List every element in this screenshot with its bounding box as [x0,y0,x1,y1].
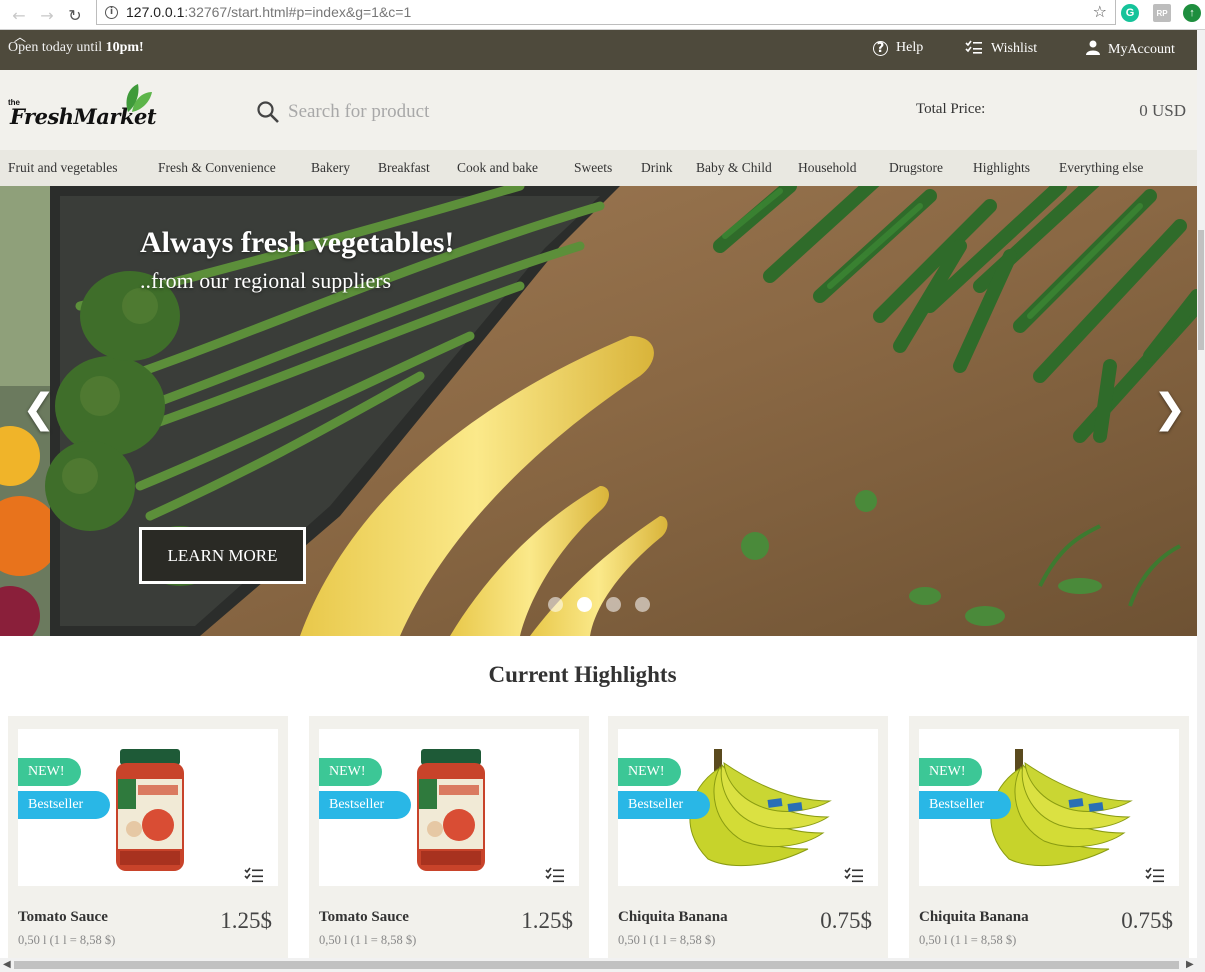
product-card[interactable]: NEW! Bestseller Chiquita Banana 0.75$ 0,… [608,716,888,966]
category-baby-child[interactable]: Baby & Child [696,160,772,176]
product-size: 0,50 l (1 l = 8,58 $) [919,933,1017,947]
address-bar[interactable]: i 127.0.0.1:32767/start.html#p=index&g=1… [96,0,1116,25]
badge-bestseller: Bestseller [319,791,411,819]
extension-icon[interactable]: RP [1153,4,1171,22]
category-highlights[interactable]: Highlights [973,160,1030,176]
bookmark-star-icon[interactable]: ☆ [1093,2,1107,21]
slider-dot-2[interactable] [577,597,592,612]
leaf-logo-icon [126,84,152,112]
badge-bestseller: Bestseller [18,791,110,819]
product-price: 1.25$ [220,908,272,933]
slider-dot-3[interactable] [606,597,621,612]
learn-more-button[interactable]: LEARN MORE [139,527,306,584]
badge-new: NEW! [618,758,681,786]
category-fruit-vegetables[interactable]: Fruit and vegetables [8,160,117,176]
help-label: Help [896,40,924,55]
slider-dots [548,597,650,612]
wishlist-link[interactable]: Wishlist [965,40,1037,58]
slider-prev-arrow-icon[interactable]: ❮ [22,386,56,432]
top-info-bar: ︿ Open today until 10pm! ? Help Wishlist… [0,30,1197,70]
category-nav: Fruit and vegetables Fresh & Convenience… [0,150,1197,186]
category-everything-else[interactable]: Everything else [1059,160,1143,176]
category-sweets[interactable]: Sweets [574,160,612,176]
product-image[interactable]: NEW! Bestseller [919,729,1179,886]
product-size: 0,50 l (1 l = 8,58 $) [618,933,716,947]
browser-toolbar: ← → ↻ i 127.0.0.1:32767/start.html#p=ind… [0,0,1205,30]
product-name[interactable]: Tomato Sauce [319,909,409,926]
product-price: 0.75$ [1121,908,1173,933]
search-icon[interactable] [256,100,280,129]
product-price: 0.75$ [820,908,872,933]
category-bakery[interactable]: Bakery [311,160,350,176]
slider-dot-4[interactable] [635,597,650,612]
hero-slider: Always fresh vegetables! ..from our regi… [0,186,1197,636]
badge-bestseller: Bestseller [919,791,1011,819]
site-header: the FreshMarket Total Price: 0 USD [0,70,1197,150]
badge-new: NEW! [319,758,382,786]
back-arrow-icon[interactable]: ← [6,3,32,27]
help-link[interactable]: ? Help [873,40,923,56]
update-extension-icon[interactable]: ↑ [1183,4,1201,22]
highlights-title: Current Highlights [488,662,677,687]
category-drugstore[interactable]: Drugstore [889,160,943,176]
horizontal-scrollbar[interactable]: ◀ ▶ [0,958,1205,972]
badge-bestseller: Bestseller [618,791,710,819]
opening-time: 10pm! [105,40,144,55]
scroll-left-arrow-icon[interactable]: ◀ [3,959,11,970]
info-icon[interactable]: i [105,5,118,19]
product-name[interactable]: Chiquita Banana [919,909,1029,926]
vertical-scrollbar[interactable] [1197,30,1205,958]
product-size: 0,50 l (1 l = 8,58 $) [18,933,116,947]
product-card[interactable]: NEW! Bestseller Tomato Sauce 1.25$ 0,50 … [8,716,288,966]
slider-dot-1[interactable] [548,597,563,612]
product-name[interactable]: Chiquita Banana [618,909,728,926]
product-card[interactable]: NEW! Bestseller Tomato Sauce 1.25$ 0,50 … [309,716,589,966]
url-host: 127.0.0.1 [126,4,185,20]
search-input[interactable] [288,98,608,126]
slider-next-arrow-icon[interactable]: ❯ [1153,386,1187,432]
total-price-label: Total Price: [916,101,986,117]
product-size: 0,50 l (1 l = 8,58 $) [319,933,417,947]
product-image[interactable]: NEW! Bestseller [319,729,579,886]
category-cook-bake[interactable]: Cook and bake [457,160,538,176]
add-to-wishlist-icon[interactable] [1145,867,1165,886]
product-card[interactable]: NEW! Bestseller Chiquita Banana 0.75$ 0,… [909,716,1189,966]
site-logo[interactable]: the FreshMarket [8,82,158,142]
category-breakfast[interactable]: Breakfast [378,160,430,176]
add-to-wishlist-icon[interactable] [844,867,864,886]
grammarly-extension-icon[interactable]: G [1121,4,1139,22]
opening-hours: Open today until 10pm! [8,40,144,55]
product-name[interactable]: Tomato Sauce [18,909,108,926]
wishlist-icon [965,40,983,58]
badge-new: NEW! [919,758,982,786]
category-household[interactable]: Household [798,160,857,176]
reload-icon[interactable]: ↻ [62,3,88,27]
forward-arrow-icon[interactable]: → [34,3,60,27]
total-price-value: 0 USD [1139,101,1186,120]
wishlist-label: Wishlist [991,41,1038,56]
horizontal-scrollbar-thumb[interactable] [14,961,1179,969]
add-to-wishlist-icon[interactable] [244,867,264,886]
account-label: MyAccount [1108,41,1175,57]
badge-new: NEW! [18,758,81,786]
hero-subline: ..from our regional suppliers [140,268,392,293]
vertical-scrollbar-thumb[interactable] [1198,230,1204,350]
product-price: 1.25$ [521,908,573,933]
hero-headline: Always fresh vegetables! [140,226,455,259]
account-link[interactable]: MyAccount [1086,40,1175,59]
help-icon: ? [873,40,888,56]
category-drink[interactable]: Drink [641,160,673,176]
category-fresh-convenience[interactable]: Fresh & Convenience [158,160,276,176]
scroll-right-arrow-icon[interactable]: ▶ [1186,959,1194,970]
product-image[interactable]: NEW! Bestseller [18,729,278,886]
user-icon [1086,40,1100,59]
add-to-wishlist-icon[interactable] [545,867,565,886]
product-image[interactable]: NEW! Bestseller [618,729,878,886]
url-path: :32767/start.html#p=index&g=1&c=1 [184,4,412,20]
